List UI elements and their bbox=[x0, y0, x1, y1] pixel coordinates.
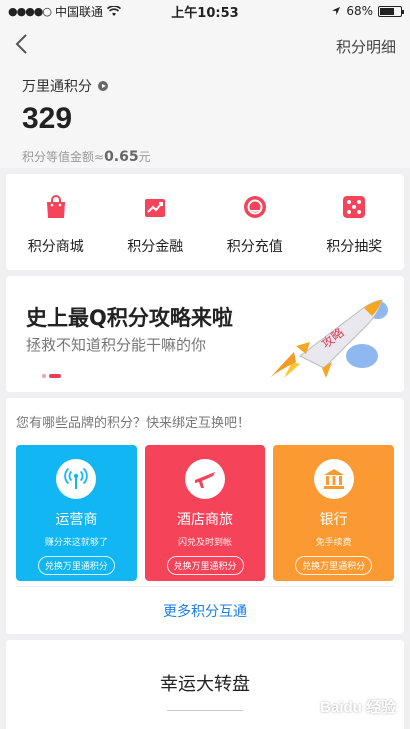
watermark: Baidu 经验 bbox=[320, 699, 396, 716]
carousel-dot[interactable] bbox=[42, 374, 46, 378]
quick-actions: 积分商城 积分金融 积分充值 积分抽奖 bbox=[6, 174, 404, 270]
recharge-icon bbox=[243, 196, 266, 218]
tile-icon-circle bbox=[313, 459, 354, 499]
brand-tile-telecom[interactable]: 运营商 赚分来这就够了 兑换万里通积分 bbox=[16, 445, 137, 581]
status-bar: ●●●●○ 中国联通 上午10:53 68% bbox=[0, 0, 410, 22]
battery-icon bbox=[378, 5, 404, 17]
tile-name: 银行 bbox=[319, 512, 348, 528]
quick-action-label: 积分金融 bbox=[127, 239, 184, 255]
brand-tiles: 运营商 赚分来这就够了 兑换万里通积分 酒店商旅 闪兑及时到帐 兑换万里通积分 bbox=[6, 445, 404, 581]
points-value: 329 bbox=[22, 102, 73, 135]
lucky-wheel-title: 幸运大转盘 bbox=[160, 674, 250, 695]
shopping-bag-icon bbox=[46, 195, 65, 218]
equiv-unit: 元 bbox=[138, 150, 151, 164]
equiv-label: 积分等值金额≈ bbox=[22, 150, 105, 164]
points-detail-link[interactable]: 积分明细 bbox=[336, 36, 396, 57]
points-label-row[interactable]: 万里通积分 bbox=[22, 76, 388, 96]
quick-action-label: 积分充值 bbox=[226, 239, 283, 255]
quick-action-recharge[interactable]: 积分充值 bbox=[205, 174, 305, 270]
brand-tile-bank[interactable]: 银行 免手续费 兑换万里通积分 bbox=[273, 445, 395, 581]
quick-action-mall[interactable]: 积分商城 bbox=[6, 174, 106, 270]
rocket-illustration: 攻略 bbox=[270, 299, 388, 378]
more-exchange-link[interactable]: 更多积分互通 bbox=[16, 586, 394, 634]
points-equivalent: 积分等值金额≈0.65元 bbox=[22, 148, 388, 165]
exchange-button[interactable]: 兑换万里通积分 bbox=[166, 556, 244, 575]
points-summary: 万里通积分 329 积分等值金额≈0.65元 bbox=[0, 70, 410, 168]
quick-action-label: 积分商城 bbox=[27, 239, 84, 255]
tile-desc: 赚分来这就够了 bbox=[44, 538, 108, 548]
brand-tile-hotel-travel[interactable]: 酒店商旅 闪兑及时到帐 兑换万里通积分 bbox=[144, 445, 266, 581]
tile-icon-circle bbox=[185, 459, 225, 499]
quick-action-lottery[interactable]: 积分抽奖 bbox=[305, 174, 405, 270]
bank-icon bbox=[323, 469, 344, 489]
antenna-icon bbox=[64, 467, 89, 489]
back-button[interactable] bbox=[14, 33, 28, 60]
banner-subtitle: 拯救不知道积分能干嘛的你 bbox=[26, 336, 207, 354]
carousel-dot-active[interactable] bbox=[49, 374, 61, 378]
brand-prompt: 您有哪些品牌的积分？快来绑定互换吧！ bbox=[16, 416, 251, 431]
chevron-left-icon bbox=[15, 33, 27, 54]
divider bbox=[167, 710, 243, 711]
carousel-indicator[interactable] bbox=[42, 374, 61, 378]
play-icon bbox=[98, 81, 108, 91]
banner-title: 史上最Q积分攻略来啦 bbox=[26, 306, 233, 330]
tile-icon-circle bbox=[56, 459, 97, 499]
tile-name: 酒店商旅 bbox=[177, 512, 233, 528]
exchange-button[interactable]: 兑换万里通积分 bbox=[37, 556, 115, 575]
tile-desc: 免手续费 bbox=[315, 538, 352, 548]
nav-bar: 积分明细 bbox=[0, 22, 410, 70]
promo-banner[interactable]: 史上最Q积分攻略来啦 拯救不知道积分能干嘛的你 攻略 bbox=[6, 276, 404, 392]
tile-name: 运营商 bbox=[55, 512, 98, 528]
points-label: 万里通积分 bbox=[22, 79, 92, 95]
tile-desc: 闪兑及时到帐 bbox=[178, 538, 233, 548]
airplane-icon bbox=[195, 472, 215, 488]
clock: 上午10:53 bbox=[171, 5, 239, 21]
quick-action-finance[interactable]: 积分金融 bbox=[106, 174, 206, 270]
brand-exchange: 您有哪些品牌的积分？快来绑定互换吧！ 运营商 赚分来这就够了 兑换万里通积分 酒… bbox=[6, 398, 404, 634]
exchange-button[interactable]: 兑换万里通积分 bbox=[295, 556, 373, 575]
equiv-value: 0.65 bbox=[104, 149, 139, 165]
dice-icon bbox=[343, 196, 366, 218]
quick-action-label: 积分抽奖 bbox=[326, 239, 383, 255]
battery-fill bbox=[380, 7, 394, 15]
finance-chart-icon bbox=[145, 199, 166, 217]
